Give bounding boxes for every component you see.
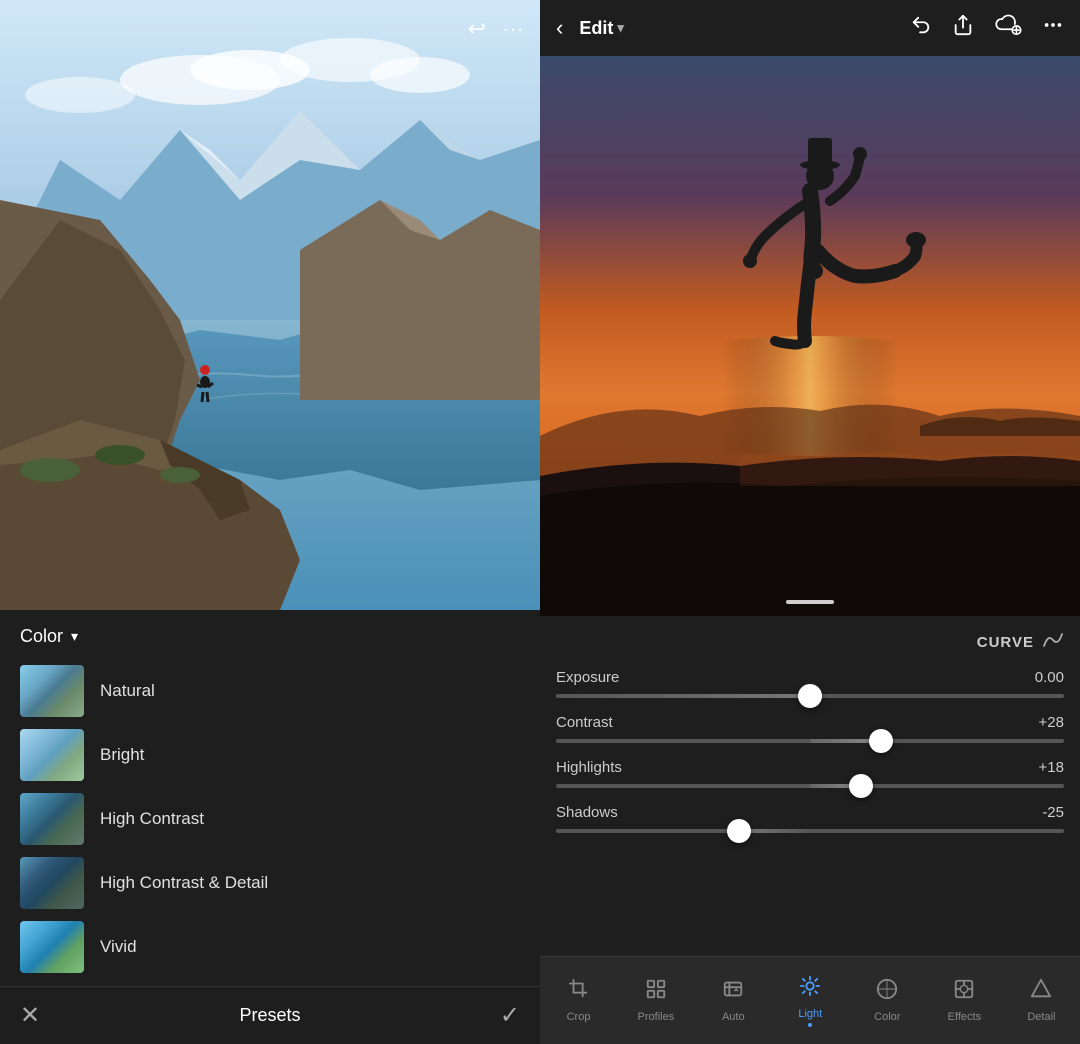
preset-name: High Contrast xyxy=(100,809,204,829)
edit-chevron-icon: ▾ xyxy=(617,20,624,36)
right-panel: ‹ Edit ▾ xyxy=(540,0,1080,1044)
list-item[interactable]: Natural xyxy=(0,659,540,723)
tab-auto[interactable]: Auto xyxy=(703,970,763,1031)
light-tab-label: Light xyxy=(798,1008,822,1020)
shadows-thumb[interactable] xyxy=(727,819,751,843)
highlights-value: +18 xyxy=(1039,759,1064,776)
shadows-value: -25 xyxy=(1042,804,1064,821)
list-item[interactable]: High Contrast xyxy=(0,787,540,851)
preset-list: Natural Bright High Contrast High Contra… xyxy=(0,659,540,986)
photo-handle xyxy=(786,600,834,604)
list-item[interactable]: Bright xyxy=(0,723,540,787)
topbar-undo-icon[interactable] xyxy=(910,14,932,42)
contrast-label: Contrast xyxy=(556,714,613,731)
contrast-thumb[interactable] xyxy=(869,729,893,753)
highlights-track[interactable] xyxy=(556,784,1064,788)
exposure-slider-row: Exposure 0.00 xyxy=(556,669,1064,698)
color-chevron-icon: ▾ xyxy=(71,628,78,645)
curve-label: CURVE xyxy=(977,634,1034,651)
back-button[interactable]: ‹ xyxy=(556,15,563,41)
cloud-add-icon[interactable] xyxy=(994,14,1022,42)
color-icon xyxy=(876,978,898,1006)
right-topbar: ‹ Edit ▾ xyxy=(540,0,1080,56)
share-icon[interactable] xyxy=(952,14,974,42)
left-toolbar: ↩ ··· xyxy=(468,16,524,42)
right-photo xyxy=(540,56,1080,616)
tab-profiles[interactable]: Profiles xyxy=(626,970,687,1031)
crop-icon xyxy=(568,978,590,1006)
highlights-label: Highlights xyxy=(556,759,622,776)
preset-thumbnail xyxy=(20,729,84,781)
preset-thumbnail xyxy=(20,921,84,973)
effects-icon xyxy=(953,978,975,1006)
detail-icon xyxy=(1030,978,1052,1006)
highlights-slider-row: Highlights +18 xyxy=(556,759,1064,788)
crop-tab-label: Crop xyxy=(567,1011,591,1023)
preset-name: Natural xyxy=(100,681,155,701)
auto-icon xyxy=(722,978,744,1006)
contrast-track[interactable] xyxy=(556,739,1064,743)
edit-label: Edit xyxy=(579,18,613,39)
tab-detail[interactable]: Detail xyxy=(1011,970,1071,1031)
undo-icon[interactable]: ↩ xyxy=(468,16,486,42)
bottom-tabbar: Crop Profiles Auto xyxy=(540,956,1080,1044)
exposure-track[interactable] xyxy=(556,694,1064,698)
active-indicator xyxy=(808,1023,812,1027)
light-icon xyxy=(799,975,821,1003)
presets-footer-title: Presets xyxy=(239,1005,300,1026)
auto-tab-label: Auto xyxy=(722,1011,745,1023)
shadows-track[interactable] xyxy=(556,829,1064,833)
effects-tab-label: Effects xyxy=(948,1011,981,1023)
curve-icon[interactable] xyxy=(1042,632,1064,653)
contrast-value: +28 xyxy=(1039,714,1064,731)
mountain-scene xyxy=(0,0,540,610)
preset-thumbnail xyxy=(20,793,84,845)
profiles-tab-label: Profiles xyxy=(638,1011,675,1023)
preset-thumbnail xyxy=(20,665,84,717)
preset-name: Bright xyxy=(100,745,144,765)
list-item[interactable]: High Contrast & Detail xyxy=(0,851,540,915)
tab-effects[interactable]: Effects xyxy=(934,970,994,1031)
preset-name: Vivid xyxy=(100,937,137,957)
highlights-thumb[interactable] xyxy=(849,774,873,798)
more-options-icon[interactable] xyxy=(1042,14,1064,42)
left-photo: ↩ ··· xyxy=(0,0,540,610)
confirm-button[interactable]: ✓ xyxy=(500,1001,520,1030)
tab-crop[interactable]: Crop xyxy=(549,970,609,1031)
tab-color[interactable]: Color xyxy=(857,970,917,1031)
left-panel: ↩ ··· Color ▾ Natural Bright High Contra… xyxy=(0,0,540,1044)
exposure-value: 0.00 xyxy=(1035,669,1064,686)
color-header[interactable]: Color ▾ xyxy=(0,610,540,659)
shadows-slider-row: Shadows -25 xyxy=(556,804,1064,833)
edit-controls: CURVE Exposure 0.00 Contrast +28 xyxy=(540,616,1080,956)
preset-name: High Contrast & Detail xyxy=(100,873,268,893)
profiles-icon xyxy=(645,978,667,1006)
shadows-label: Shadows xyxy=(556,804,618,821)
presets-footer: ✕ Presets ✓ xyxy=(0,986,540,1044)
preset-thumbnail xyxy=(20,857,84,909)
contrast-slider-row: Contrast +28 xyxy=(556,714,1064,743)
sunset-scene xyxy=(540,56,1080,616)
color-tab-label: Color xyxy=(874,1011,900,1023)
more-options-icon[interactable]: ··· xyxy=(502,16,524,42)
exposure-label: Exposure xyxy=(556,669,619,686)
detail-tab-label: Detail xyxy=(1027,1011,1055,1023)
edit-menu-button[interactable]: Edit ▾ xyxy=(579,18,624,39)
left-bottom-controls: Color ▾ Natural Bright High Contrast H xyxy=(0,610,540,1044)
color-header-label: Color xyxy=(20,626,63,647)
close-button[interactable]: ✕ xyxy=(20,1001,40,1030)
exposure-thumb[interactable] xyxy=(798,684,822,708)
list-item[interactable]: Vivid xyxy=(0,915,540,979)
curve-row: CURVE xyxy=(556,632,1064,653)
tab-light[interactable]: Light xyxy=(780,967,840,1035)
